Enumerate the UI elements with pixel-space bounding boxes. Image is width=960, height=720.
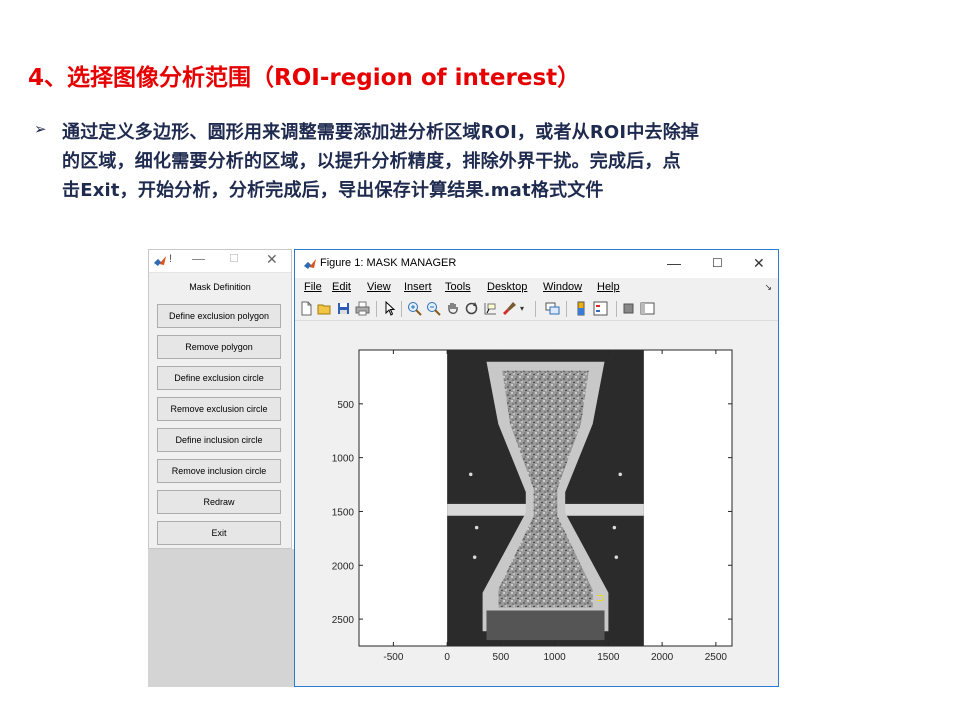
- toolbar-separator: [535, 301, 536, 317]
- zoom-out-icon[interactable]: [426, 301, 441, 316]
- pan-icon[interactable]: [445, 301, 460, 316]
- close-button[interactable]: ✕: [266, 251, 278, 268]
- legend-icon[interactable]: [593, 301, 608, 316]
- define-exclusion-polygon-button[interactable]: Define exclusion polygon: [157, 304, 281, 328]
- colorbar-icon[interactable]: [574, 301, 589, 316]
- x-tick-label: 1000: [544, 652, 567, 663]
- bolt-hole: [468, 471, 474, 478]
- y-tick-label: 2500: [332, 615, 355, 626]
- pointer-icon[interactable]: [382, 301, 397, 316]
- bolt-hole: [611, 524, 618, 531]
- menu-view[interactable]: View: [367, 281, 391, 293]
- bolt-hole: [473, 524, 480, 531]
- remove-polygon-button[interactable]: Remove polygon: [157, 335, 281, 359]
- maximize-button[interactable]: ☐: [229, 252, 239, 265]
- menu-file[interactable]: File: [304, 281, 322, 293]
- bullet-line-1: 通过定义多边形、圆形用来调整需要添加进分析区域ROI，或者从ROI中去除掉: [62, 122, 700, 143]
- x-tick-label: 500: [493, 652, 510, 663]
- open-icon[interactable]: [317, 301, 332, 316]
- save-icon[interactable]: [336, 301, 351, 316]
- bullet-paragraph: ➢ 通过定义多边形、圆形用来调整需要添加进分析区域ROI，或者从ROI中去除掉 …: [34, 118, 914, 205]
- mask-window-titlebar[interactable]: ! — ☐ ✕: [149, 250, 291, 273]
- remove-exclusion-circle-button[interactable]: Remove exclusion circle: [157, 397, 281, 421]
- minimize-button[interactable]: —: [667, 255, 681, 271]
- menu-edit[interactable]: Edit: [332, 281, 351, 293]
- y-tick-label: 1500: [332, 507, 355, 518]
- show-plot-tools-icon[interactable]: [640, 301, 655, 316]
- figure-titlebar[interactable]: Figure 1: MASK MANAGER — ☐ ✕: [295, 250, 778, 278]
- x-tick-label: -500: [383, 652, 403, 663]
- bullet-marker: ➢: [34, 120, 47, 138]
- toolbar-separator: [616, 301, 617, 317]
- new-figure-icon[interactable]: [299, 301, 314, 316]
- menu-insert[interactable]: Insert: [404, 281, 432, 293]
- menu-desktop[interactable]: Desktop: [487, 281, 527, 293]
- menu-help[interactable]: Help: [597, 281, 620, 293]
- mask-selection-marker: ⊐: [595, 593, 603, 604]
- x-tick-label: 0: [444, 652, 450, 663]
- print-icon[interactable]: [355, 301, 370, 316]
- matlab-icon: [154, 256, 166, 266]
- mask-axes[interactable]: -500 0 500 1000 1500 2000 2500 500 1000 1500 2000 2…: [295, 320, 778, 686]
- toolbar-separator: [566, 301, 567, 317]
- toolbar-separator: [401, 301, 402, 317]
- brush-dropdown-icon[interactable]: ▾: [520, 301, 535, 316]
- desktop-background: [148, 549, 295, 687]
- y-tick-label: 2000: [332, 561, 355, 572]
- matlab-icon: [304, 259, 316, 269]
- define-exclusion-circle-button[interactable]: Define exclusion circle: [157, 366, 281, 390]
- redraw-button[interactable]: Redraw: [157, 490, 281, 514]
- x-tick-label: 1500: [597, 652, 620, 663]
- bullet-line-3: 击Exit，开始分析，分析完成后，导出保存计算结果.mat格式文件: [62, 180, 604, 201]
- menu-dock-arrow-icon[interactable]: ↘: [764, 282, 772, 293]
- define-inclusion-circle-button[interactable]: Define inclusion circle: [157, 428, 281, 452]
- minimize-button[interactable]: —: [192, 251, 205, 266]
- slide-title: 4、选择图像分析范围（ROI-region of interest）: [28, 65, 581, 91]
- maximize-button[interactable]: ☐: [712, 256, 723, 270]
- brush-icon[interactable]: [502, 301, 517, 316]
- menu-bar: File Edit View Insert Tools Desktop Wind…: [295, 278, 778, 298]
- figure-toolbar: ▾: [295, 298, 778, 321]
- mask-definition-window: ! — ☐ ✕ Mask Definition Define exclusion…: [148, 249, 292, 549]
- x-tick-label: 2000: [651, 652, 674, 663]
- menu-tools[interactable]: Tools: [445, 281, 471, 293]
- specimen-image: [447, 350, 644, 646]
- bolt-hole: [613, 554, 620, 560]
- close-button[interactable]: ✕: [753, 255, 765, 272]
- zoom-in-icon[interactable]: [407, 301, 422, 316]
- bolt-hole: [471, 554, 478, 560]
- lower-grip: [486, 610, 605, 641]
- hide-plot-tools-icon[interactable]: [621, 301, 636, 316]
- remove-inclusion-circle-button[interactable]: Remove inclusion circle: [157, 459, 281, 483]
- mask-window-title: !: [169, 253, 173, 265]
- x-tick-label: 2500: [705, 652, 728, 663]
- link-plot-icon[interactable]: [545, 301, 560, 316]
- menu-window[interactable]: Window: [543, 281, 582, 293]
- bullet-line-2: 的区域，细化需要分析的区域，以提升分析精度，排除外界干扰。完成后，点: [62, 151, 681, 172]
- data-cursor-icon[interactable]: [483, 301, 498, 316]
- exit-button[interactable]: Exit: [157, 521, 281, 545]
- figure-window: Figure 1: MASK MANAGER — ☐ ✕ File Edit V…: [294, 249, 779, 687]
- bolt-hole: [617, 471, 623, 478]
- rotate-icon[interactable]: [464, 301, 479, 316]
- figure-title: Figure 1: MASK MANAGER: [320, 257, 457, 269]
- toolbar-separator: [376, 301, 377, 317]
- y-tick-label: 1000: [332, 454, 355, 465]
- mask-definition-header: Mask Definition: [189, 282, 251, 292]
- y-tick-label: 500: [337, 400, 354, 411]
